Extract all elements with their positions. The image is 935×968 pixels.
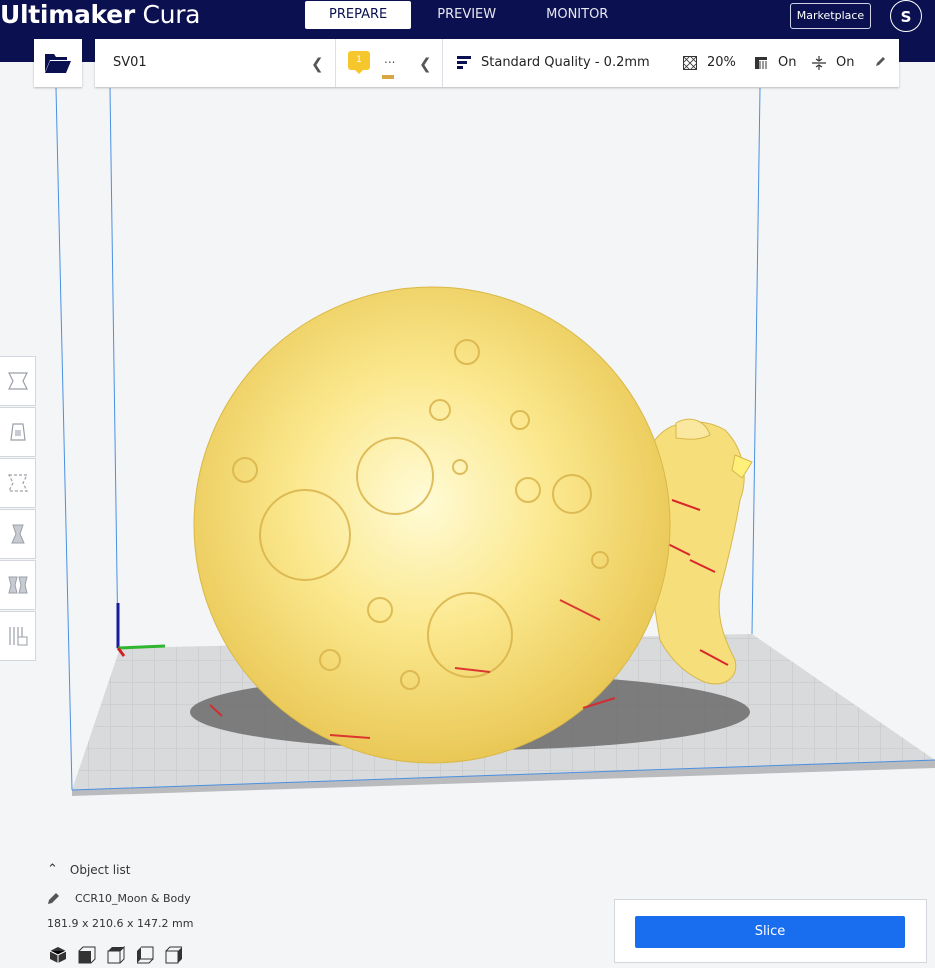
support-item: On [754, 55, 796, 70]
slice-button[interactable]: Slice [635, 916, 905, 948]
chevron-up-icon: ⌃ [47, 862, 58, 877]
material-color-swatch [382, 75, 394, 79]
material-name: ... [384, 52, 396, 66]
chevron-left-icon: ❮ [419, 55, 432, 73]
action-panel: Slice [614, 899, 927, 963]
object-list-toggle[interactable]: ⌃ Object list [47, 862, 130, 877]
per-model-settings-icon [7, 576, 28, 594]
tool-panel [0, 356, 36, 662]
quality-icon [457, 55, 471, 69]
tab-prepare[interactable]: PREPARE [305, 1, 412, 29]
infill-icon [683, 55, 697, 70]
extruder-selector[interactable]: 1 ... ❮ [336, 39, 443, 87]
per-model-settings-button[interactable] [0, 560, 36, 610]
build-volume-scene [55, 87, 935, 796]
stage-tabs: PREPARE PREVIEW MONITOR [305, 1, 634, 29]
rotate-icon [7, 474, 28, 492]
infill-value: 20% [707, 55, 736, 70]
support-blocker-icon [8, 627, 27, 646]
marketplace-button[interactable]: Marketplace [790, 3, 871, 29]
scale-icon [9, 423, 26, 441]
move-icon [7, 372, 28, 390]
print-settings-selector[interactable]: Standard Quality - 0.2mm 20% On On [443, 39, 899, 87]
scale-tool-button[interactable] [0, 407, 36, 457]
app-logo: Ultimaker Cura [0, 0, 201, 29]
adhesion-item: On [812, 55, 854, 70]
printer-settings-bar: SV01 ❮ 1 ... ❮ Standard Quality - 0.2mm … [95, 39, 899, 87]
support-blocker-button[interactable] [0, 611, 36, 661]
tab-monitor[interactable]: MONITOR [522, 1, 632, 29]
tab-preview[interactable]: PREVIEW [413, 1, 520, 29]
3d-viewport[interactable] [0, 87, 935, 858]
chevron-left-icon: ❮ [311, 55, 324, 73]
move-tool-button[interactable] [0, 356, 36, 406]
adhesion-value: On [836, 55, 855, 70]
object-list-label: Object list [69, 862, 131, 877]
pencil-icon [48, 893, 59, 904]
object-name-row[interactable]: CCR10_Moon & Body [47, 891, 191, 905]
profile-label: Standard Quality - 0.2mm [481, 55, 650, 70]
open-file-button[interactable] [34, 39, 82, 87]
extruder-badge: 1 [348, 51, 370, 74]
mirror-tool-button[interactable] [0, 509, 36, 559]
object-name: CCR10_Moon & Body [75, 891, 191, 905]
adhesion-icon [812, 55, 826, 70]
support-value: On [778, 55, 797, 70]
printer-name: SV01 [113, 55, 147, 70]
mirror-icon [10, 524, 25, 544]
account-avatar[interactable]: S [890, 0, 922, 32]
edit-settings-icon [876, 57, 885, 66]
support-icon [755, 56, 767, 69]
pencil-icon[interactable] [875, 55, 887, 67]
infill-item: 20% [683, 55, 736, 70]
printer-selector[interactable]: SV01 ❮ [95, 39, 336, 87]
moon-model [193, 286, 671, 764]
rotate-tool-button[interactable] [0, 458, 36, 508]
object-dimensions: 181.9 x 210.6 x 147.2 mm [47, 917, 194, 930]
folder-open-icon [45, 54, 71, 73]
profile-item: Standard Quality - 0.2mm [457, 55, 650, 70]
